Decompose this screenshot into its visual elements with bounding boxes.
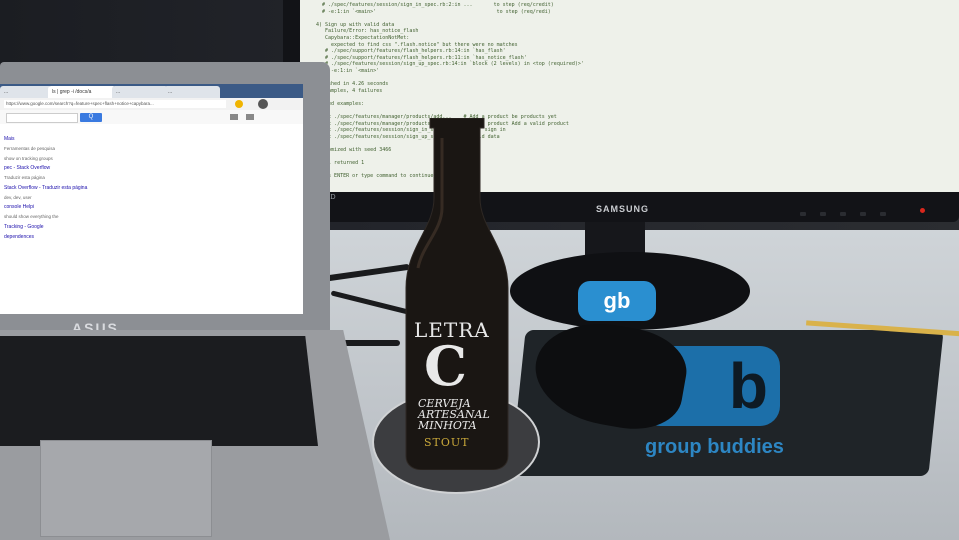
terminal-line: Finished in 4.26 seconds — [316, 81, 389, 88]
monitor-button[interactable] — [840, 212, 846, 216]
result-snippet: dev, dev, user — [4, 194, 32, 200]
result-link[interactable]: Tracking - Google — [4, 224, 104, 230]
terminal-line: # ./spec/support/features/flash_helpers.… — [316, 54, 527, 61]
bottle-letter: C — [424, 334, 467, 398]
terminal-line: 4 examples, 4 failures — [316, 87, 383, 94]
laptop-screen: ... ls | grep -i /docs/a ... ... https:/… — [0, 84, 303, 314]
bottle-type: STOUT — [424, 436, 470, 449]
terminal-line: 4) Sign up with valid data — [316, 21, 395, 28]
terminal-line: # -e:1:in `<main>' to step (req/redi) — [316, 8, 551, 15]
result-snippet: show on tracking groups — [4, 155, 53, 161]
bottle-subtitle: CERVEJA ARTESANAL MINHOTA — [418, 398, 490, 431]
search-results-column: Mais Ferramentas de pesquisa show on track… — [4, 136, 104, 244]
terminal-output: # ./spec/features/session/sign_in_spec.r… — [300, 0, 959, 180]
result-snippet: Ferramentas de pesquisa — [4, 146, 56, 151]
monitor-button[interactable] — [800, 212, 806, 216]
extension-icon[interactable] — [235, 100, 243, 108]
notifications-icon[interactable] — [246, 114, 254, 120]
terminal-line: Capybara::ExpectationNotMet: — [316, 34, 410, 41]
terminal-line: # ./spec/support/features/flash_helpers.… — [316, 48, 506, 55]
monitor-screen: # ./spec/features/session/sign_in_spec.r… — [300, 0, 959, 192]
trackpad[interactable] — [40, 440, 212, 537]
monitor-button[interactable] — [880, 212, 886, 216]
search-button[interactable]: Q — [80, 113, 102, 122]
address-bar[interactable]: https://www.google.com/search?q=feature+… — [4, 100, 226, 108]
mousepad-caption: group buddies — [645, 436, 784, 458]
result-link[interactable]: pec - Stack Overflow — [4, 165, 104, 171]
terminal-line: # ./spec/features/session/sign_in_spec.r… — [316, 2, 554, 8]
bottle-subtitle-line: MINHOTA — [418, 419, 477, 432]
monitor-button[interactable] — [820, 212, 826, 216]
result-link[interactable]: dependences — [4, 234, 104, 240]
terminal-line: # -e:1:in `<main>' — [316, 67, 380, 74]
search-input[interactable] — [6, 113, 78, 123]
apps-icon[interactable] — [230, 114, 238, 120]
browser-tab[interactable]: ... — [0, 86, 52, 98]
power-led-icon — [920, 208, 925, 213]
monitor-button[interactable] — [860, 212, 866, 216]
terminal-line: Failed examples: — [316, 100, 365, 107]
keyboard[interactable] — [0, 336, 318, 446]
gb-sticker: gb — [578, 281, 656, 321]
result-snippet: Traduzir esta página — [4, 175, 45, 180]
browser-tab-strip: ... ls | grep -i /docs/a ... ... — [0, 84, 303, 98]
avatar[interactable] — [258, 99, 268, 109]
browser-tab[interactable]: ... — [164, 86, 220, 98]
terminal-line: # ./spec/features/session/sign_up_spec.r… — [316, 61, 584, 68]
browser-tab[interactable]: ... — [112, 86, 168, 98]
cable — [340, 340, 400, 346]
browser-tab-active[interactable]: ls | grep -i /docs/a — [48, 86, 116, 98]
result-link[interactable]: Mais — [4, 136, 104, 142]
result-snippet: should show everything the — [4, 214, 59, 219]
terminal-line: expected to find css ".flash.notice" but… — [316, 41, 518, 48]
search-bar-row: Q — [0, 110, 303, 124]
result-link[interactable]: Stack Overflow - Traduzir esta página — [4, 185, 104, 191]
result-link[interactable]: console Helpi — [4, 204, 104, 210]
monitor-brand: SAMSUNG — [596, 204, 650, 214]
terminal-line: Failure/Error: has_notice_flash — [316, 28, 419, 35]
